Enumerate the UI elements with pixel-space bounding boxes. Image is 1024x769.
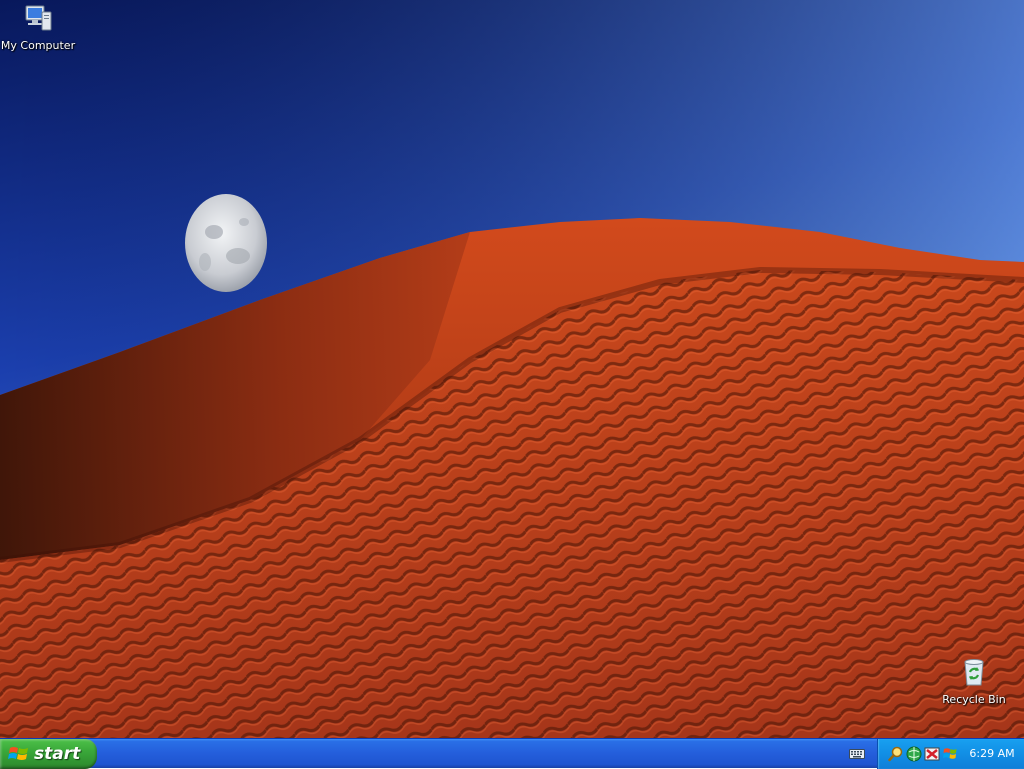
wallpaper [0,0,1024,738]
my-computer-icon [25,5,52,31]
search-icon[interactable] [888,746,904,762]
taskbar: start 6:29 AM [0,738,1024,769]
recycle-bin-icon [964,659,984,686]
recycle-bin-label: Recycle Bin [942,693,1006,706]
system-tray: 6:29 AM [877,739,1024,769]
moon [185,194,267,292]
desktop-icon-recycle-bin[interactable]: Recycle Bin [934,656,1014,707]
start-label: start [34,744,81,764]
my-computer-label: My Computer [0,39,76,52]
keyboard-icon[interactable] [849,748,865,760]
network-icon[interactable] [906,746,922,762]
desktop-icon-my-computer[interactable]: My Computer [0,2,78,53]
windows-logo-icon [8,747,28,760]
desktop: My Computer Recycle Bin [0,0,1024,738]
start-button[interactable]: start [0,739,97,769]
tools-icon[interactable] [924,746,940,762]
clock[interactable]: 6:29 AM [964,739,1020,769]
update-icon[interactable] [942,746,958,762]
